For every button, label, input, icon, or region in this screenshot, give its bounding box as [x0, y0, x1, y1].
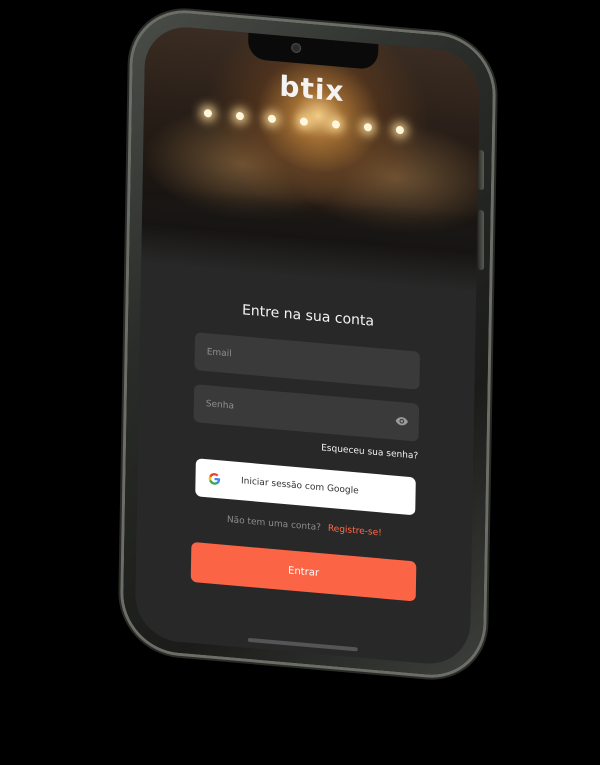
google-signin-button[interactable]: Iniciar sessão com Google	[194, 458, 416, 516]
phone-mockup: btix Entre na sua conta Esqueceu sua sen…	[0, 0, 600, 765]
password-input[interactable]	[193, 384, 420, 442]
eye-icon[interactable]	[395, 414, 409, 429]
side-button	[478, 149, 484, 191]
no-account-text: Não tem uma conta?	[226, 514, 322, 534]
submit-button[interactable]: Entrar	[190, 541, 417, 602]
register-prompt: Não tem uma conta? Registre-se!	[137, 507, 472, 546]
password-field[interactable]	[193, 384, 420, 442]
register-link[interactable]: Registre-se!	[328, 524, 382, 539]
login-form: Entre na sua conta Esqueceu sua senha?	[136, 293, 476, 606]
phone-screen: btix Entre na sua conta Esqueceu sua sen…	[134, 23, 481, 668]
hero-fade	[141, 183, 478, 293]
stage-lights	[203, 108, 404, 136]
google-icon	[208, 473, 220, 485]
page-title: Entre na sua conta	[241, 302, 375, 330]
google-signin-label: Iniciar sessão com Google	[240, 476, 359, 497]
email-field[interactable]	[194, 332, 421, 390]
email-input[interactable]	[194, 332, 421, 390]
camera-icon	[290, 42, 301, 54]
device-mockup-stage: btix Entre na sua conta Esqueceu sua sen…	[0, 0, 600, 765]
side-button	[478, 209, 484, 271]
